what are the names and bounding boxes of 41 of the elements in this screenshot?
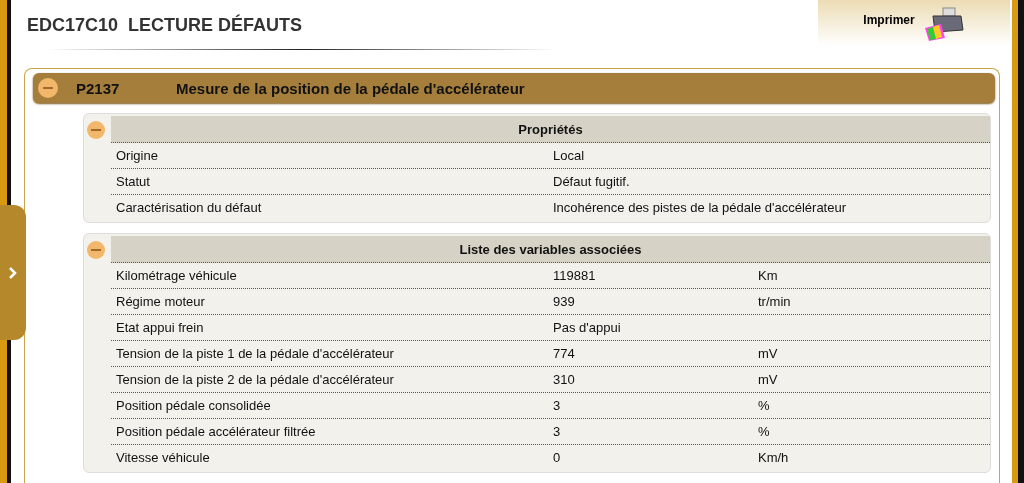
- unit-label: Km: [758, 268, 779, 283]
- fault-code: P2137: [76, 79, 121, 97]
- property-name: Statut: [116, 174, 151, 189]
- property-name: Origine: [116, 148, 159, 163]
- chevron-right-icon: [9, 266, 17, 279]
- property-name: Caractérisation du défaut: [116, 200, 263, 215]
- collapse-icon[interactable]: [87, 121, 105, 139]
- property-name: Tension de la piste 1 de la pédale d'accélérateur: [116, 346, 395, 361]
- fault-header[interactable]: P2137 Mesure de la position de la pédale d'accélérateur: [33, 73, 995, 103]
- property-value: Pas d'appui: [553, 320, 622, 335]
- page-title: EDC17C10 LECTURE DÉFAUTS: [27, 15, 304, 36]
- property-value: 774: [553, 346, 576, 361]
- property-value: 3: [553, 398, 562, 413]
- side-panel-tab[interactable]: [0, 205, 26, 340]
- property-value: 939: [553, 294, 576, 309]
- unit-label: Km/h: [758, 450, 790, 465]
- section-header: Propriétés: [111, 116, 990, 143]
- property-value: 310: [553, 372, 576, 387]
- property-name: Etat appui frein: [116, 320, 205, 335]
- property-value: Local: [553, 148, 586, 163]
- fault-description: Mesure de la position de la pédale d'accélérateur: [176, 79, 525, 97]
- property-name: Régime moteur: [116, 294, 206, 309]
- print-button[interactable]: Imprimer: [818, 0, 1010, 46]
- property-name: Tension de la piste 2 de la pédale d'accélérateur: [116, 372, 395, 387]
- property-name: Position pédale accélérateur filtrée: [116, 424, 317, 439]
- section-header: Liste des variables associées: [111, 236, 990, 263]
- property-value: 3: [553, 424, 562, 439]
- unit-label: mV: [758, 372, 779, 387]
- unit-label: tr/min: [758, 294, 792, 309]
- property-name: Kilométrage véhicule: [116, 268, 238, 283]
- unit-label: %: [758, 424, 771, 439]
- property-value: 119881: [553, 268, 597, 283]
- unit-label: %: [758, 398, 771, 413]
- collapse-icon[interactable]: [38, 78, 58, 98]
- property-value: Incohérence des pistes de la pédale d'accélérateur: [553, 200, 847, 215]
- property-name: Position pédale consolidée: [116, 398, 272, 413]
- collapse-icon[interactable]: [87, 241, 105, 259]
- unit-label: mV: [758, 346, 779, 361]
- property-value: 0: [553, 450, 562, 465]
- property-name: Vitesse véhicule: [116, 450, 211, 465]
- property-value: Défaut fugitif.: [553, 174, 631, 189]
